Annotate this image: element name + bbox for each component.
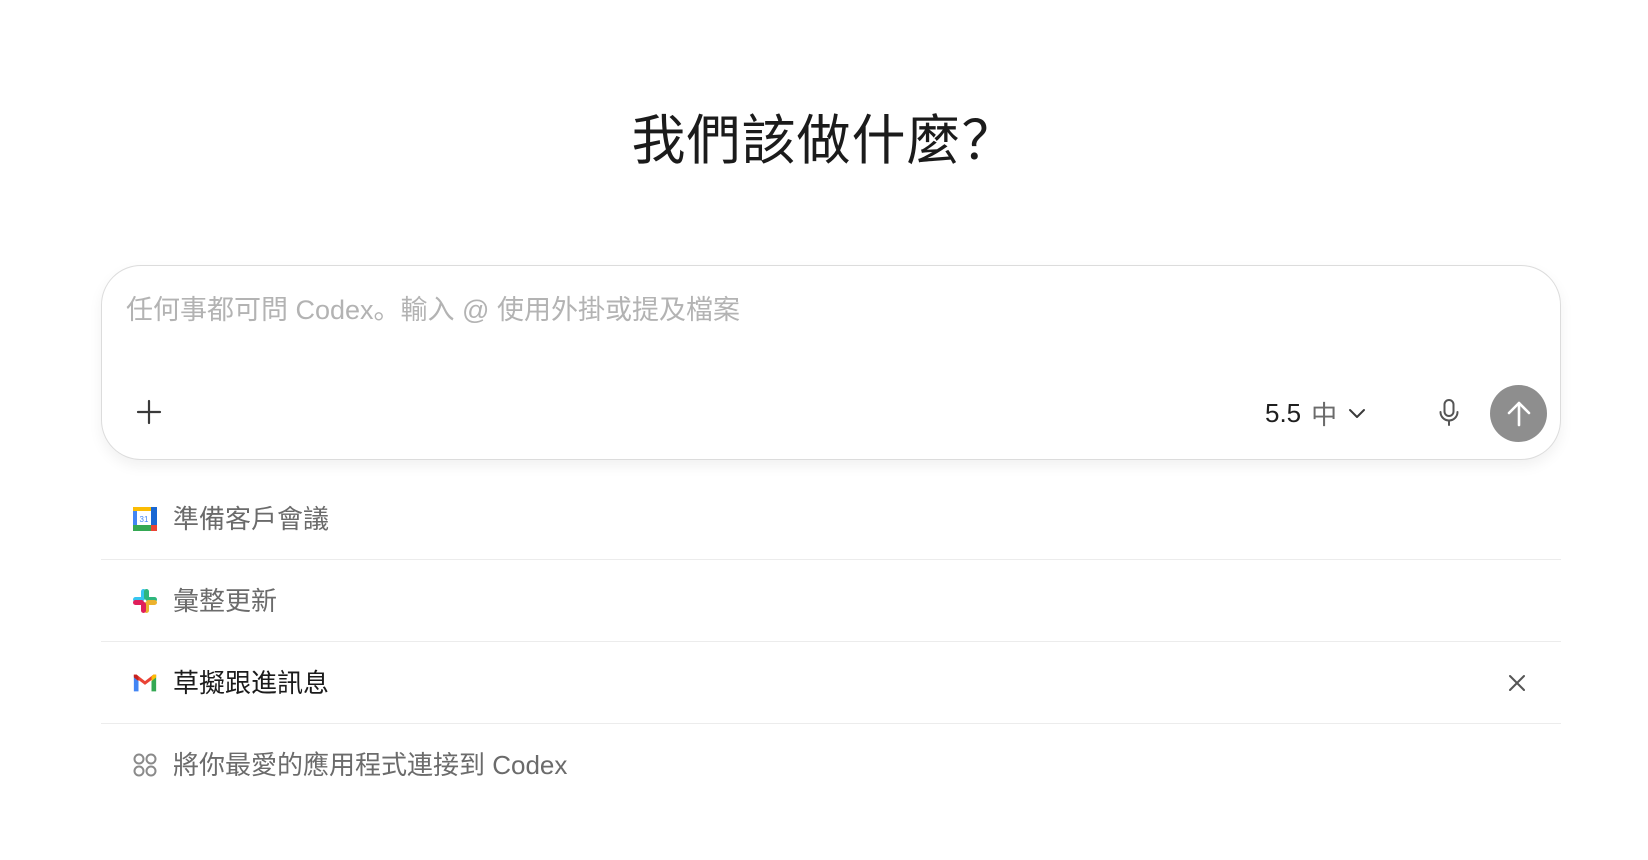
slack-icon	[132, 588, 158, 614]
svg-text:31: 31	[140, 515, 149, 524]
model-select[interactable]: 5.5 中	[1265, 393, 1367, 433]
model-version: 5.5	[1265, 397, 1302, 428]
plus-icon	[136, 399, 162, 425]
microphone-button[interactable]	[1427, 391, 1471, 435]
suggestion-list: 31 準備客戶會議 彙整更新 草擬跟進訊息 將你最愛的應用程式連接到 Codex	[101, 478, 1561, 806]
suggestion-draft-follow-up[interactable]: 草擬跟進訊息	[101, 642, 1561, 724]
suggestion-connect-apps[interactable]: 將你最愛的應用程式連接到 Codex	[101, 724, 1561, 806]
prompt-input[interactable]	[126, 292, 1526, 362]
page: 我們該做什麼？ 5.5 中	[0, 0, 1648, 860]
suggestion-prepare-client-meeting[interactable]: 31 準備客戶會議	[101, 478, 1561, 560]
gmail-icon	[132, 670, 158, 696]
page-title: 我們該做什麼？	[631, 111, 1017, 171]
suggestion-label: 彙整更新	[173, 585, 278, 616]
arrow-up-icon	[1507, 401, 1530, 426]
add-attachment-button[interactable]	[128, 391, 170, 433]
suggestion-compile-updates[interactable]: 彙整更新	[101, 560, 1561, 642]
apps-grid-icon	[132, 752, 158, 778]
composer: 5.5 中	[101, 265, 1561, 460]
model-effort: 中	[1311, 399, 1338, 430]
close-icon	[1509, 675, 1525, 691]
suggestion-label: 準備客戶會議	[173, 503, 330, 534]
send-button[interactable]	[1490, 385, 1547, 442]
suggestion-label: 將你最愛的應用程式連接到 Codex	[173, 750, 568, 780]
chevron-down-icon	[1349, 409, 1366, 418]
suggestion-label: 草擬跟進訊息	[173, 667, 330, 698]
dismiss-suggestion-button[interactable]	[1503, 669, 1531, 697]
microphone-icon	[1439, 399, 1459, 426]
google-calendar-icon: 31	[132, 506, 158, 532]
